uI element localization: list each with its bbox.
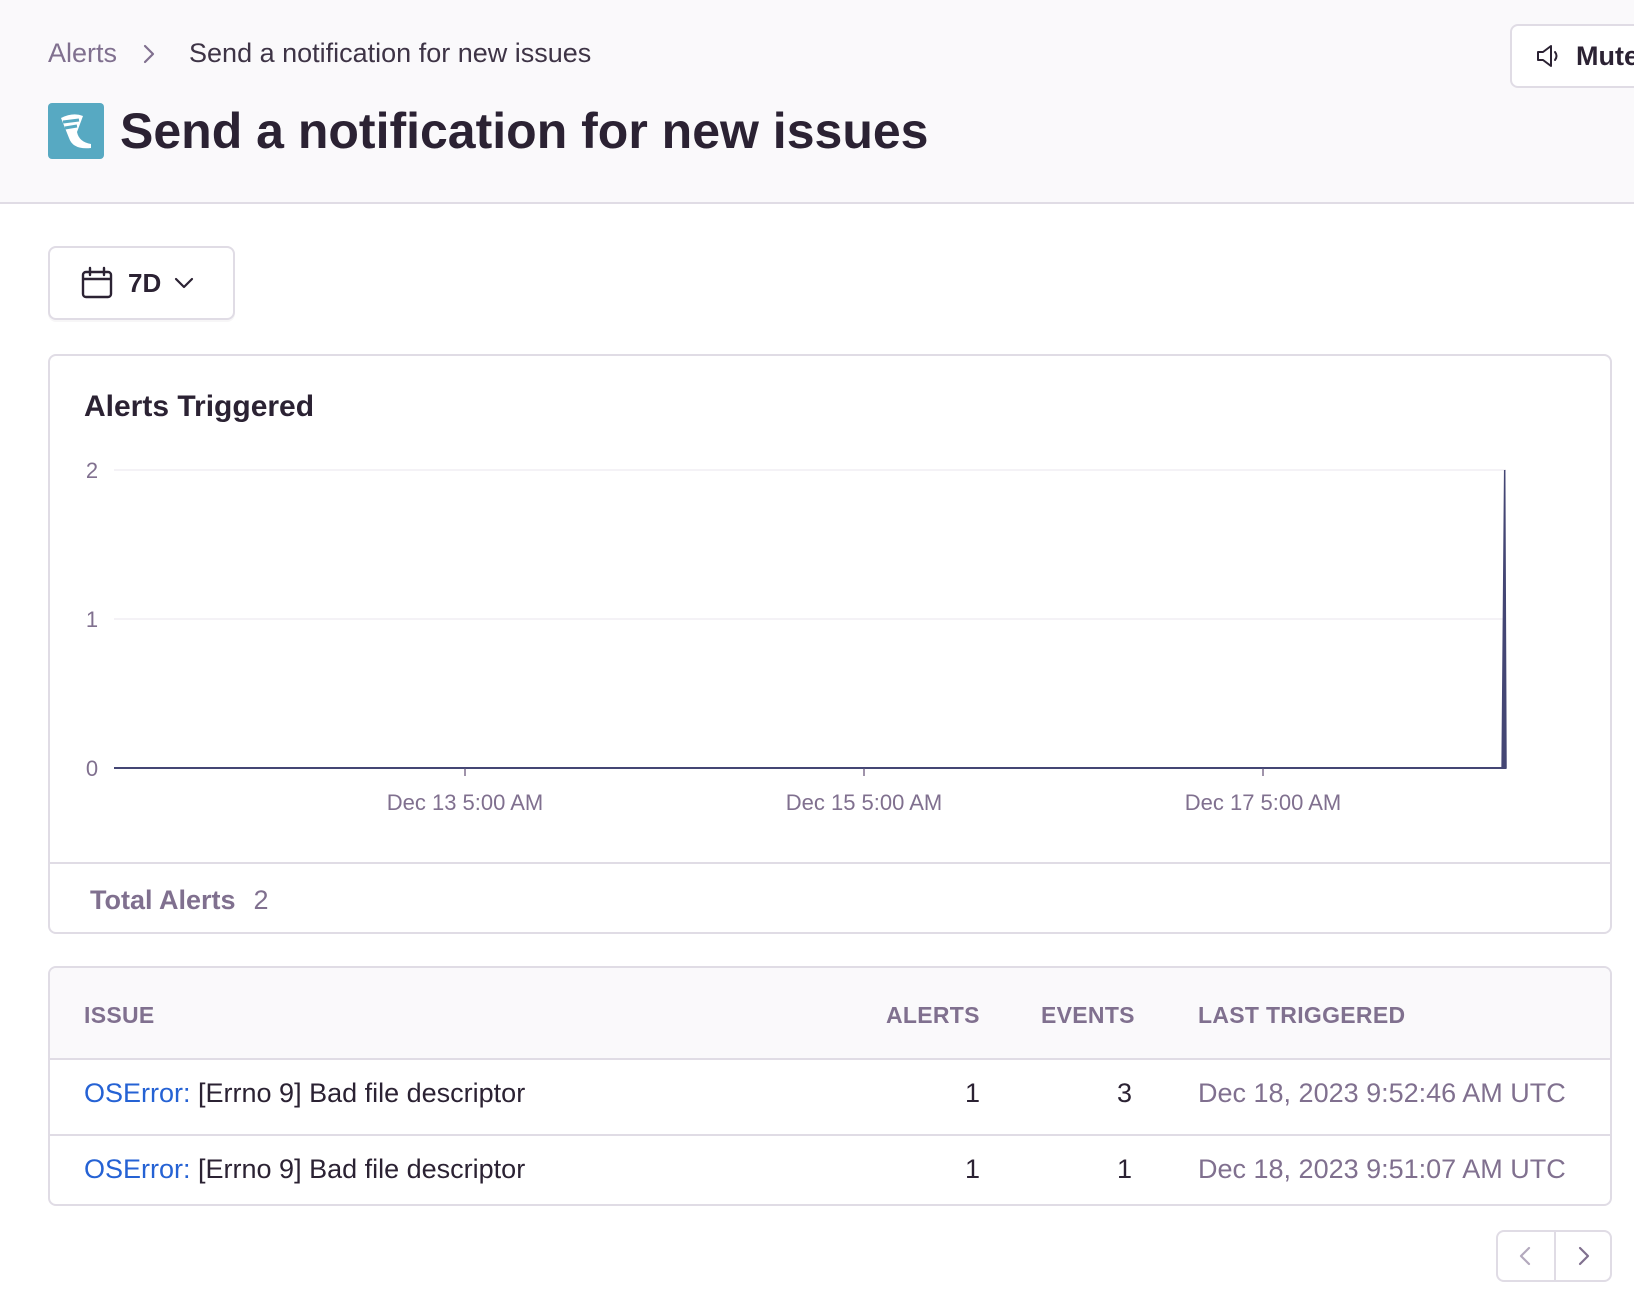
total-alerts-value: 2 — [253, 884, 269, 915]
page-header: Alerts Send a notification for new issue… — [0, 0, 1634, 204]
time-range-label: 7D — [128, 267, 162, 298]
alerts-triggered-chart: 0 1 2 Dec 13 5:00 AM Dec 15 5:00 AM Dec 17 5:… — [86, 458, 1507, 815]
last-triggered: Dec 18, 2023 9:52:46 AM UTC — [1198, 1078, 1566, 1108]
table-row[interactable]: OSError: [Errno 9] Bad file descriptor 1… — [50, 1060, 1610, 1134]
y-tick-label: 2 — [86, 458, 98, 483]
alerts-chart-panel: Alerts Triggered 0 1 2 Dec 13 5:00 AM Dec 15… — [48, 354, 1612, 934]
time-range-dropdown[interactable]: 7D — [48, 246, 235, 320]
column-header-issue: ISSUE — [84, 1002, 155, 1028]
y-tick-label: 1 — [86, 607, 98, 632]
events-count: 3 — [1116, 1078, 1132, 1108]
last-triggered: Dec 18, 2023 9:51:07 AM UTC — [1198, 1154, 1566, 1184]
column-header-alerts: ALERTS — [886, 1002, 980, 1028]
events-count: 1 — [1116, 1154, 1132, 1184]
alerts-count: 1 — [964, 1154, 980, 1184]
previous-page-button[interactable] — [1498, 1232, 1554, 1280]
mute-label: Mute — [1576, 40, 1634, 71]
chart-footer: Total Alerts 2 — [50, 862, 1610, 932]
issue-title-link[interactable]: OSError: [Errno 9] Bad file descriptor — [84, 1078, 525, 1109]
page-title: Send a notification for new issues — [120, 103, 929, 159]
breadcrumb-current: Send a notification for new issues — [189, 38, 592, 68]
table-row[interactable]: OSError: [Errno 9] Bad file descriptor 1… — [50, 1134, 1610, 1204]
mute-button[interactable]: Mute — [1510, 24, 1634, 88]
issue-message: [Errno 9] Bad file descriptor — [198, 1154, 526, 1184]
issue-type: OSError: — [84, 1154, 191, 1184]
breadcrumb-alerts-link[interactable]: Alerts — [48, 38, 117, 69]
issue-message: [Errno 9] Bad file descriptor — [198, 1078, 526, 1108]
chevron-right-icon — [143, 44, 155, 63]
x-tick-label: Dec 13 5:00 AM — [387, 790, 544, 815]
column-header-last-triggered: LAST TRIGGERED — [1198, 1002, 1406, 1028]
calendar-icon — [81, 266, 113, 299]
table-header: ISSUE ALERTS EVENTS LAST TRIGGERED — [50, 968, 1610, 1060]
total-alerts-label: Total Alerts — [90, 884, 236, 915]
x-tick-label: Dec 17 5:00 AM — [1185, 790, 1342, 815]
y-tick-label: 0 — [86, 756, 98, 781]
chevron-left-icon — [1519, 1246, 1531, 1266]
issue-title-link[interactable]: OSError: [Errno 9] Bad file descriptor — [84, 1154, 525, 1185]
next-page-button[interactable] — [1553, 1232, 1610, 1280]
alerts-count: 1 — [964, 1078, 980, 1108]
breadcrumb: Alerts Send a notification for new issue… — [48, 38, 591, 69]
issues-table: ISSUE ALERTS EVENTS LAST TRIGGERED OSErr… — [48, 966, 1612, 1206]
issue-type: OSError: — [84, 1078, 191, 1108]
title-row: Send a notification for new issues — [48, 102, 928, 160]
column-header-events: EVENTS — [1041, 1002, 1135, 1028]
chevron-down-icon — [175, 277, 194, 289]
python-platform-icon — [48, 103, 104, 159]
pagination — [1496, 1230, 1612, 1282]
megaphone-icon — [1537, 45, 1558, 67]
x-tick-label: Dec 15 5:00 AM — [786, 790, 943, 815]
chevron-right-icon — [1578, 1246, 1590, 1266]
